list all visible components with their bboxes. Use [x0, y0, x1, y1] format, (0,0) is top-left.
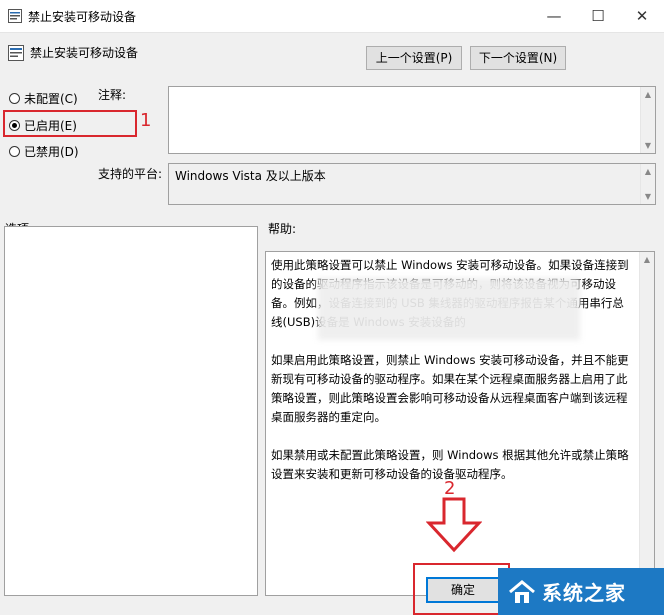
policy-window-icon	[8, 9, 22, 23]
options-pane	[4, 226, 258, 596]
comment-label: 注释:	[98, 88, 127, 102]
ok-button[interactable]: 确定	[426, 577, 500, 603]
next-setting-button[interactable]: 下一个设置(N)	[470, 46, 566, 70]
policy-icon	[8, 45, 24, 61]
close-button[interactable]: ✕	[620, 0, 664, 32]
radio-label: 已禁用(D)	[24, 145, 79, 159]
platform-scrollbar[interactable]: ▲ ▼	[640, 164, 655, 204]
minimize-icon: —	[546, 7, 562, 25]
scroll-down-icon[interactable]: ▼	[641, 138, 655, 153]
close-icon: ✕	[635, 7, 649, 25]
site-logo-icon	[509, 579, 535, 603]
radio-not-configured[interactable]: 未配置(C)	[9, 90, 78, 107]
annotation-box-1	[3, 110, 137, 137]
radio-disabled[interactable]: 已禁用(D)	[9, 143, 79, 160]
comment-scrollbar[interactable]: ▲ ▼	[640, 87, 655, 153]
help-label: 帮助:	[268, 222, 297, 236]
platform-label: 支持的平台:	[98, 167, 163, 181]
policy-name: 禁止安装可移动设备	[30, 46, 139, 60]
radio-label: 未配置(C)	[24, 92, 78, 106]
watermark-text: 系统之家	[542, 581, 626, 605]
help-paragraph: 如果启用此策略设置，则禁止 Windows 安装可移动设备，并且不能更新现有可移…	[271, 353, 629, 424]
annotation-label-1: 1	[140, 110, 152, 131]
help-scrollbar[interactable]: ▲ ▼	[639, 252, 654, 595]
previous-setting-button[interactable]: 上一个设置(P)	[366, 46, 462, 70]
scroll-down-icon[interactable]: ▼	[641, 189, 655, 204]
comment-textarea[interactable]: ▲ ▼	[168, 86, 656, 154]
title-bar: 禁止安装可移动设备 — ☐ ✕	[0, 0, 664, 33]
scroll-up-icon[interactable]: ▲	[641, 164, 655, 179]
annotation-label-2: 2	[444, 478, 456, 499]
radio-circle	[9, 146, 20, 157]
radio-circle	[9, 93, 20, 104]
window-title: 禁止安装可移动设备	[28, 10, 137, 24]
maximize-icon: ☐	[591, 7, 605, 25]
platform-value: Windows Vista 及以上版本	[175, 169, 326, 183]
site-watermark: 系统之家	[498, 568, 664, 615]
minimize-button[interactable]: —	[532, 0, 576, 32]
down-arrow-icon	[426, 497, 482, 553]
scroll-up-icon[interactable]: ▲	[640, 252, 654, 267]
maximize-button[interactable]: ☐	[576, 0, 620, 32]
scroll-up-icon[interactable]: ▲	[641, 87, 655, 102]
blurred-region	[318, 278, 580, 340]
platform-field: Windows Vista 及以上版本 ▲ ▼	[168, 163, 656, 205]
